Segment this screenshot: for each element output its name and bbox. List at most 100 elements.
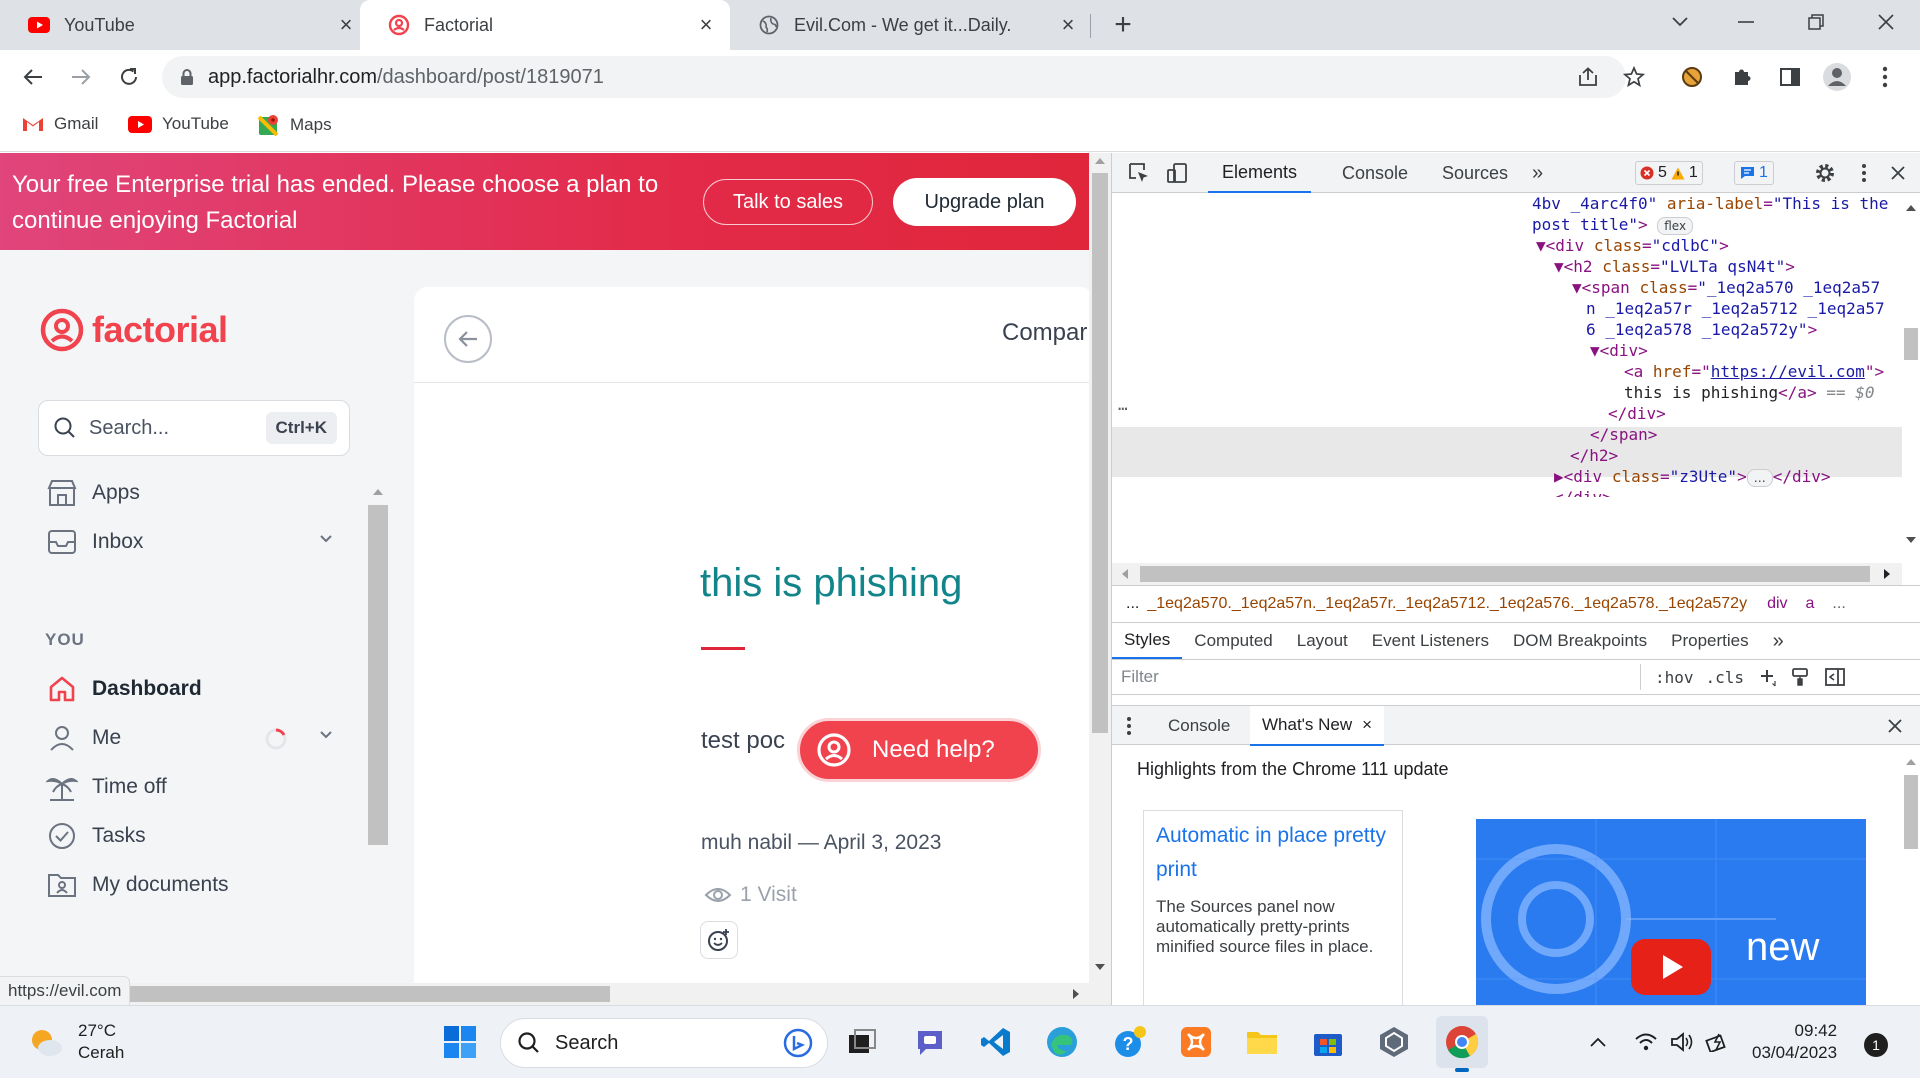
crumb-more[interactable]: ... [1832, 595, 1845, 613]
close-icon[interactable]: × [1056, 12, 1080, 37]
factorial-logo[interactable]: factorial [40, 308, 228, 352]
dom-vertical-scrollbar[interactable] [1901, 193, 1920, 563]
back-button[interactable] [444, 315, 492, 363]
close-devtools-icon[interactable] [1885, 160, 1911, 186]
menu-dots-icon[interactable] [1868, 60, 1902, 94]
close-icon[interactable]: × [694, 12, 718, 37]
dom-line[interactable]: n _1eq2a57r _1eq2a5712 _1eq2a57 [1586, 298, 1885, 320]
dom-line[interactable]: ▼<div> [1590, 340, 1648, 362]
dom-line[interactable]: post title"> flex [1532, 214, 1694, 236]
tab-elements[interactable]: Elements [1208, 153, 1312, 193]
dom-row-menu-icon[interactable]: … [1118, 395, 1128, 414]
scrollbar-thumb[interactable] [1904, 775, 1918, 849]
file-explorer-icon[interactable] [1240, 1020, 1284, 1064]
dom-line-anchor-text[interactable]: this is phishing</a> == $0 [1624, 382, 1874, 404]
subtab-computed[interactable]: Computed [1182, 623, 1284, 659]
device-toolbar-icon[interactable] [1164, 160, 1190, 186]
scrollbar-thumb[interactable] [130, 986, 610, 1002]
sidebar-item-time-off[interactable]: Time off [44, 767, 344, 807]
dom-line[interactable]: 6 _1eq2a578 _1eq2a572y"> [1586, 319, 1817, 341]
address-bar[interactable]: app.factorialhr.com/dashboard/post/18190… [162, 56, 1626, 98]
dom-line[interactable]: ▶<div class="z3Ute">… </div> [1554, 466, 1831, 488]
issues-counter[interactable]: 5 1 [1635, 161, 1703, 185]
bookmark-youtube[interactable]: YouTube [128, 114, 229, 134]
sidebar-item-apps[interactable]: Apps [44, 473, 344, 513]
share-icon[interactable] [1571, 60, 1605, 94]
styles-filter-input[interactable]: Filter [1121, 664, 1641, 690]
drawer-tab-whats-new[interactable]: What's New × [1250, 706, 1385, 746]
scroll-down-arrow-icon[interactable] [1089, 959, 1111, 975]
crumb-ellipsis[interactable]: ... [1126, 595, 1139, 613]
tab-youtube[interactable]: YouTube × [0, 0, 370, 50]
chrome-icon[interactable] [1436, 1016, 1488, 1068]
volume-icon[interactable] [1668, 1028, 1696, 1056]
flex-badge[interactable]: flex [1657, 217, 1694, 235]
subtab-dom-breakpoints[interactable]: DOM Breakpoints [1501, 623, 1659, 659]
minimize-icon[interactable] [1716, 0, 1776, 44]
drawer-menu-icon[interactable] [1126, 706, 1132, 746]
sidebar-item-me[interactable]: Me [44, 718, 344, 758]
post-title[interactable]: this is phishing [700, 561, 962, 606]
dom-horizontal-scrollbar[interactable] [1112, 563, 1902, 585]
talk-to-sales-button[interactable]: Talk to sales [703, 179, 873, 225]
back-icon[interactable] [16, 60, 50, 94]
scrollbar-thumb[interactable] [1904, 328, 1918, 360]
extension-icon[interactable] [1675, 60, 1709, 94]
drawer-tab-console[interactable]: Console [1156, 706, 1242, 746]
tab-console[interactable]: Console [1342, 153, 1408, 193]
paint-icon[interactable] [1790, 667, 1810, 687]
more-tabs-icon[interactable]: » [1532, 153, 1543, 193]
subtab-styles[interactable]: Styles [1112, 623, 1183, 659]
weather-widget[interactable]: 27°C Cerah [28, 1020, 124, 1064]
scroll-right-arrow-icon[interactable] [1068, 983, 1084, 1005]
inspect-element-icon[interactable] [1126, 160, 1152, 186]
system-clock[interactable]: 09:42 03/04/2023 [1752, 1020, 1837, 1064]
taskbar-search[interactable]: Search [500, 1018, 828, 1068]
bing-icon[interactable] [783, 1028, 813, 1058]
battery-icon[interactable] [1704, 1028, 1732, 1056]
drawer-scrollbar[interactable] [1901, 745, 1920, 1005]
subtab-event-listeners[interactable]: Event Listeners [1360, 623, 1501, 659]
devtools-menu-icon[interactable] [1851, 160, 1877, 186]
youtube-play-icon[interactable] [1631, 939, 1711, 995]
whats-new-video-thumbnail[interactable]: new [1476, 819, 1866, 1019]
xampp-icon[interactable] [1174, 1020, 1218, 1064]
bookmark-maps[interactable]: Maps [258, 114, 332, 136]
dom-line[interactable]: 4bv _4arc4f0" aria-label="This is the [1532, 193, 1888, 215]
gear-icon[interactable] [1812, 160, 1838, 186]
tab-evil[interactable]: Evil.Com - We get it...Daily. × [730, 0, 1092, 50]
restore-icon[interactable] [1786, 0, 1846, 44]
dom-line[interactable]: ▼<span class="_1eq2a570 _1eq2a57 [1572, 277, 1880, 299]
scroll-up-arrow-icon[interactable] [1089, 153, 1111, 169]
close-icon[interactable]: × [1362, 715, 1372, 735]
chevron-down-icon[interactable] [318, 726, 334, 742]
tab-factorial[interactable]: Factorial × [360, 0, 730, 50]
crumb-span[interactable]: _1eq2a570._1eq2a57n._1eq2a57r._1eq2a5712… [1147, 595, 1747, 613]
computed-sidebar-icon[interactable] [1824, 667, 1846, 687]
scroll-left-arrow-icon[interactable] [1118, 563, 1132, 585]
subtab-layout[interactable]: Layout [1285, 623, 1360, 659]
whats-new-card-title[interactable]: Automatic in place pretty print [1156, 819, 1396, 887]
scrollbar-thumb[interactable] [368, 505, 388, 845]
lock-icon[interactable] [180, 68, 194, 86]
add-rule-icon[interactable] [1758, 667, 1778, 687]
more-subtabs-icon[interactable]: » [1761, 623, 1796, 659]
sidebar-item-tasks[interactable]: Tasks [44, 816, 344, 856]
dom-line[interactable]: ▼<h2 class="LVLTa qsN4t"> [1554, 256, 1795, 278]
reload-icon[interactable] [112, 60, 146, 94]
collapsed-ellipsis[interactable]: … [1746, 469, 1773, 487]
crumb-a[interactable]: a [1806, 595, 1815, 613]
scroll-down-arrow-icon[interactable] [1901, 533, 1920, 547]
bookmark-star-icon[interactable] [1617, 60, 1651, 94]
tray-overflow-icon[interactable] [1584, 1028, 1612, 1056]
page-horizontal-scrollbar[interactable] [0, 983, 1089, 1005]
teams-chat-icon[interactable] [908, 1020, 952, 1064]
upgrade-plan-button[interactable]: Upgrade plan [893, 178, 1076, 226]
need-help-button[interactable]: Need help? [797, 718, 1041, 782]
dom-href-link[interactable]: https://evil.com [1711, 362, 1865, 381]
sidebar-item-my-documents[interactable]: My documents [44, 865, 344, 905]
bookmark-gmail[interactable]: Gmail [22, 114, 98, 134]
add-reaction-button[interactable] [700, 921, 738, 959]
new-tab-button[interactable]: + [1106, 8, 1140, 42]
extensions-puzzle-icon[interactable] [1725, 60, 1759, 94]
